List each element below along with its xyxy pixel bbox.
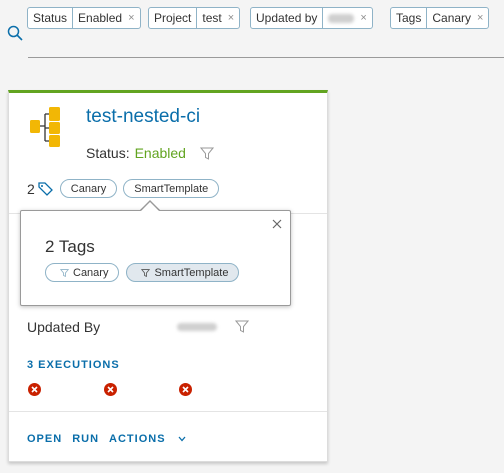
filter-chip-status: Status Enabled ×	[27, 7, 141, 29]
filter-key: Status	[28, 8, 74, 28]
pipeline-icon	[30, 107, 60, 147]
executions-link[interactable]: 3 EXECUTIONS	[27, 359, 120, 371]
popover-title: 2 Tags	[45, 237, 95, 256]
tag-count: 2	[27, 180, 35, 197]
filter-key: Updated by	[251, 8, 324, 28]
card-divider	[9, 411, 327, 412]
status-row: Status: Enabled	[86, 145, 214, 161]
popover-tag-pill[interactable]: Canary	[45, 263, 120, 282]
updated-by-row: Updated By	[27, 319, 317, 335]
filter-funnel-icon	[141, 268, 151, 277]
search-underline	[28, 57, 504, 58]
popover-tag-pill-selected[interactable]: SmartTemplate	[126, 263, 240, 282]
filter-key: Project	[149, 8, 198, 28]
actions-dropdown[interactable]: ACTIONS	[109, 433, 186, 445]
status-value: Enabled	[134, 145, 186, 161]
remove-filter-icon[interactable]: ×	[228, 12, 239, 24]
failed-execution-icon[interactable]	[179, 383, 192, 396]
filter-bar: Status Enabled × Project test × Updated …	[0, 0, 504, 60]
open-button[interactable]: OPEN	[27, 433, 62, 445]
updated-by-label: Updated By	[27, 319, 101, 335]
tag-pill[interactable]: SmartTemplate	[123, 179, 220, 198]
remove-filter-icon[interactable]: ×	[360, 12, 371, 24]
remove-filter-icon[interactable]: ×	[477, 12, 488, 24]
filter-chip-tags: Tags Canary ×	[390, 7, 490, 29]
remove-filter-icon[interactable]: ×	[128, 12, 139, 24]
failed-execution-icon[interactable]	[28, 383, 41, 396]
search-icon[interactable]	[7, 25, 23, 41]
card-actions: OPEN RUN ACTIONS	[27, 433, 196, 445]
pipeline-title-link[interactable]: test-nested-ci	[86, 106, 200, 128]
filter-key: Tags	[391, 8, 428, 28]
actions-label: ACTIONS	[109, 433, 166, 445]
tags-row: 2 Canary SmartTemplate	[27, 179, 220, 198]
filter-funnel-icon[interactable]	[235, 320, 249, 333]
filter-value-redacted	[323, 13, 360, 23]
popover-arrow-inner	[141, 202, 159, 211]
filter-value: Enabled	[78, 11, 123, 25]
filter-chip-updated-by: Updated by ×	[250, 7, 373, 29]
chevron-down-icon	[178, 436, 186, 442]
filter-value: Canary	[432, 11, 472, 25]
updated-by-value-redacted	[177, 323, 217, 331]
popover-tag-label: Canary	[73, 266, 109, 279]
tag-pill[interactable]: Canary	[59, 179, 118, 198]
filter-chip-project: Project test ×	[148, 7, 241, 29]
tags-popover: 2 Tags Canary SmartTemplate	[20, 210, 291, 306]
failed-execution-icon[interactable]	[104, 383, 117, 396]
status-label: Status:	[86, 145, 130, 161]
filter-funnel-icon	[60, 268, 69, 277]
filter-value: test	[202, 11, 222, 25]
popover-tag-label: SmartTemplate	[154, 266, 229, 279]
run-button[interactable]: RUN	[72, 433, 99, 445]
filter-funnel-icon[interactable]	[199, 147, 214, 160]
tag-icon[interactable]	[38, 181, 54, 196]
popover-tag-list: Canary SmartTemplate	[45, 263, 246, 282]
close-icon[interactable]	[272, 219, 282, 229]
